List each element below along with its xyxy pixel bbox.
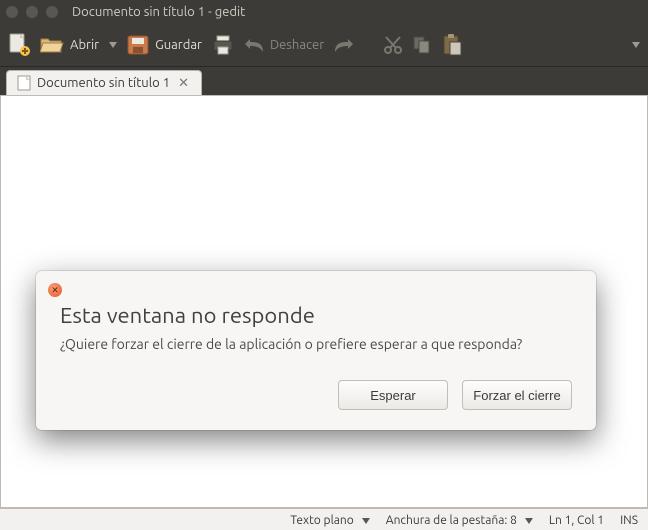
copy-icon: [412, 35, 432, 55]
new-file-icon: [8, 33, 30, 57]
print-button[interactable]: [212, 35, 234, 55]
cursor-position: Ln 1, Col 1: [549, 514, 604, 527]
scissors-icon: [384, 36, 402, 54]
window-maximize-button[interactable]: [46, 6, 58, 18]
tab-width-label: Anchura de la pestaña: 8: [386, 514, 517, 527]
redo-button[interactable]: [334, 37, 354, 53]
main-toolbar: Abrir Guardar Deshacer: [0, 24, 648, 67]
document-tab-label: Documento sin título 1: [37, 76, 170, 90]
new-file-button[interactable]: [8, 33, 30, 57]
text-editor-area[interactable]: ✕ Esta ventana no responde ¿Quiere forza…: [0, 95, 648, 508]
paste-button[interactable]: [442, 34, 462, 56]
window-titlebar: Documento sin título 1 - gedit: [0, 0, 648, 24]
status-bar: Texto plano Anchura de la pestaña: 8 Ln …: [0, 508, 648, 530]
chevron-down-icon: [525, 518, 533, 524]
syntax-mode-label: Texto plano: [290, 514, 353, 527]
window-close-button[interactable]: [6, 6, 18, 18]
save-button[interactable]: Guardar: [127, 35, 202, 55]
close-icon: ✕: [51, 285, 59, 296]
chevron-down-icon: [109, 42, 117, 48]
document-icon: [17, 75, 31, 91]
undo-label: Deshacer: [270, 38, 324, 52]
copy-button[interactable]: [412, 35, 432, 55]
dialog-button-row: Esperar Forzar el cierre: [60, 380, 572, 410]
document-tabstrip: Documento sin título 1 ✕: [0, 67, 648, 95]
open-button[interactable]: Abrir: [40, 35, 117, 55]
paste-icon: [442, 34, 462, 56]
window-minimize-button[interactable]: [26, 6, 38, 18]
save-icon: [127, 35, 149, 55]
chevron-down-icon: [362, 518, 370, 524]
tab-width-selector[interactable]: Anchura de la pestaña: 8: [386, 514, 533, 527]
syntax-mode-selector[interactable]: Texto plano: [290, 514, 369, 527]
open-folder-icon: [40, 35, 64, 55]
print-icon: [212, 35, 234, 55]
dialog-message: ¿Quiere forzar el cierre de la aplicació…: [60, 336, 572, 352]
document-tab[interactable]: Documento sin título 1 ✕: [6, 70, 202, 95]
tab-close-icon[interactable]: ✕: [176, 76, 191, 91]
save-label: Guardar: [155, 38, 202, 52]
insert-mode-indicator: INS: [620, 514, 638, 527]
undo-icon: [244, 37, 264, 53]
toolbar-menu-chevron-icon[interactable]: [632, 42, 640, 48]
dialog-close-button[interactable]: ✕: [48, 283, 62, 297]
cut-button[interactable]: [384, 36, 402, 54]
force-quit-button[interactable]: Forzar el cierre: [462, 380, 572, 410]
window-title: Documento sin título 1 - gedit: [72, 5, 245, 19]
not-responding-dialog: ✕ Esta ventana no responde ¿Quiere forza…: [36, 271, 596, 430]
wait-button[interactable]: Esperar: [338, 380, 448, 410]
undo-button[interactable]: Deshacer: [244, 37, 324, 53]
dialog-title: Esta ventana no responde: [60, 303, 572, 328]
redo-icon: [334, 37, 354, 53]
open-label: Abrir: [70, 38, 99, 52]
